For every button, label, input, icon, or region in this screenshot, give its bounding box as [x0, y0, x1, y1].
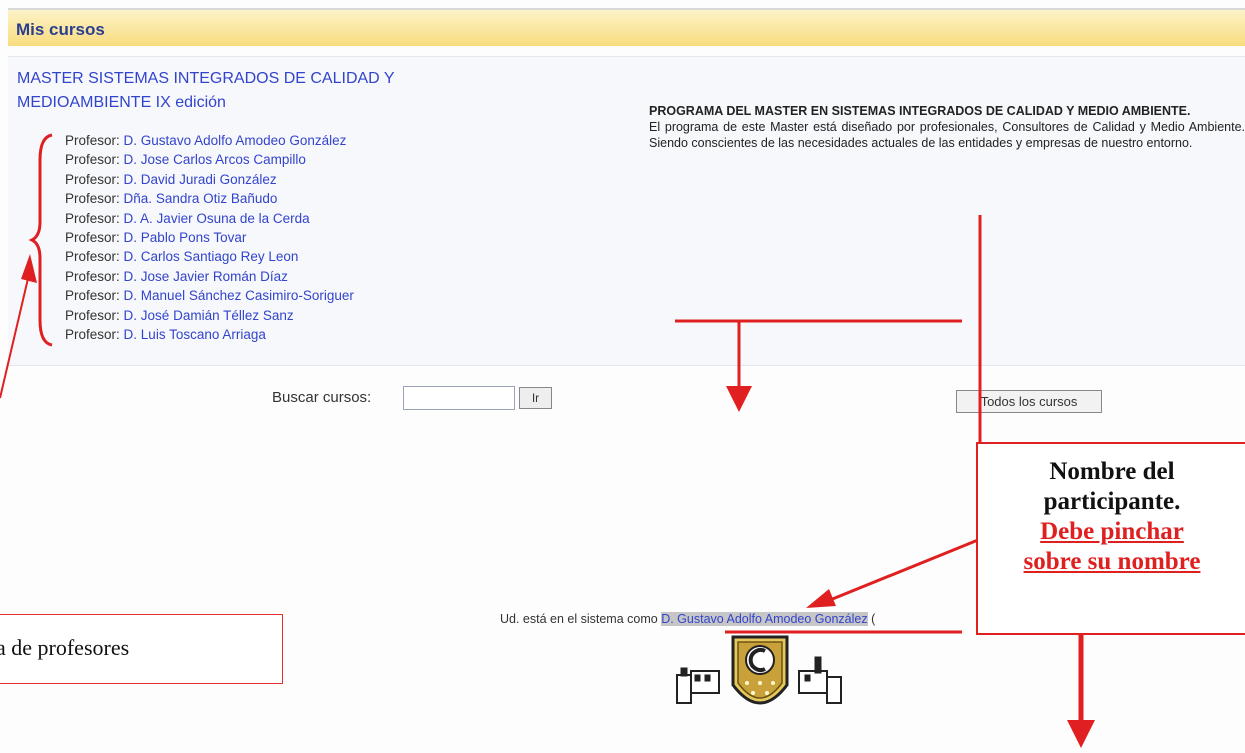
teacher-prefix: Profesor: — [65, 133, 120, 148]
participant-name-callout: Nombre del participante. Debe pinchar so… — [976, 442, 1245, 635]
teacher-link[interactable]: D. A. Javier Osuna de la Cerda — [124, 211, 310, 226]
teacher-row: Profesor: Dña. Sandra Otiz Bañudo — [65, 189, 485, 208]
teacher-prefix: Profesor: — [65, 171, 120, 187]
teacher-prefix: Profesor: — [65, 307, 120, 323]
teacher-link[interactable]: D. Jose Javier Román Díaz — [124, 269, 288, 284]
teacher-row: Profesor: D. Manuel Sánchez Casimiro-Sor… — [65, 286, 485, 305]
teacher-row: Profesor: D. A. Javier Osuna de la Cerda — [65, 209, 485, 228]
login-prefix: Ud. está en el sistema como — [500, 612, 658, 626]
teacher-prefix: Profesor: — [65, 229, 120, 245]
all-courses-button[interactable]: Todos los cursos — [956, 390, 1102, 413]
down-arrowhead — [1067, 720, 1095, 748]
name-arrow-line — [829, 538, 979, 602]
teacher-link[interactable]: D. Jose Carlos Arcos Campillo — [124, 152, 306, 167]
teachers-list-callout: a de profesores — [0, 614, 283, 684]
callout-line: participante. — [1043, 488, 1181, 515]
user-name-link[interactable]: D. Gustavo Adolfo Amodeo González — [661, 612, 868, 626]
summary-text: El programa de este Master está diseñado… — [649, 120, 1245, 150]
login-suffix: ( — [871, 612, 876, 626]
teacher-prefix: Profesor: — [65, 326, 120, 342]
teacher-prefix: Profesor: — [65, 268, 120, 284]
login-info: Ud. está en el sistema como D. Gustavo A… — [500, 612, 875, 626]
teacher-prefix: Profesor: — [65, 288, 120, 304]
marker-arrowhead — [726, 386, 752, 412]
course-title-link[interactable]: MASTER SISTEMAS INTEGRADOS DE CALIDAD Y … — [17, 67, 487, 115]
search-input[interactable] — [403, 386, 515, 410]
teachers-list: Profesor: D. Gustavo Adolfo Amodeo Gonzá… — [65, 131, 485, 413]
teacher-prefix: Profesor: — [65, 191, 120, 207]
summary-title: PROGRAMA DEL MASTER EN SISTEMAS INTEGRAD… — [649, 104, 1191, 118]
course-box: MASTER SISTEMAS INTEGRADOS DE CALIDAD Y … — [8, 56, 1245, 366]
teacher-link[interactable]: D. David Juradi González — [124, 172, 277, 187]
teacher-link[interactable]: D. Pablo Pons Tovar — [124, 230, 247, 245]
teacher-row: Profesor: D. José Damián Téllez Sanz — [65, 306, 485, 325]
teacher-prefix: Profesor: — [65, 249, 120, 265]
callout-link-text: sobre su nombre — [1023, 548, 1201, 575]
course-summary: PROGRAMA DEL MASTER EN SISTEMAS INTEGRAD… — [649, 103, 1245, 151]
teacher-row: Profesor: D. Luis Toscano Arriaga — [65, 325, 485, 344]
teacher-link[interactable]: D. Luis Toscano Arriaga — [124, 327, 266, 342]
teacher-link[interactable]: Dña. Sandra Otiz Bañudo — [124, 191, 278, 206]
teacher-row: Profesor: D. Pablo Pons Tovar — [65, 228, 485, 247]
page-title: Mis cursos — [16, 20, 105, 39]
teacher-row: Profesor: D. David Juradi González — [65, 170, 485, 189]
search-label: Buscar cursos: — [272, 389, 372, 406]
header-bar: Mis cursos — [8, 8, 1245, 46]
teacher-row: Profesor: D. Jose Javier Román Díaz — [65, 267, 485, 286]
teacher-link[interactable]: D. Carlos Santiago Rey Leon — [124, 249, 299, 264]
teachers-callout-text: a de profesores — [0, 635, 130, 660]
teacher-row: Profesor: D. Jose Carlos Arcos Campillo — [65, 150, 485, 169]
callout-line: Nombre del — [1049, 458, 1175, 485]
teacher-row: Profesor: D. Gustavo Adolfo Amodeo Gonzá… — [65, 131, 485, 150]
teacher-link[interactable]: D. José Damián Téllez Sanz — [124, 308, 294, 323]
institution-logo — [676, 635, 842, 705]
teacher-link[interactable]: D. Manuel Sánchez Casimiro-Soriguer — [124, 288, 354, 303]
teacher-row: Profesor: D. Carlos Santiago Rey Leon — [65, 247, 485, 266]
name-arrowhead — [806, 589, 836, 608]
teacher-link[interactable]: D. Gustavo Adolfo Amodeo González — [124, 133, 347, 148]
teacher-prefix: Profesor: — [65, 152, 120, 168]
search-go-button[interactable]: Ir — [519, 387, 552, 409]
callout-link-text: Debe pinchar — [1040, 518, 1184, 545]
teacher-prefix: Profesor: — [65, 210, 120, 226]
